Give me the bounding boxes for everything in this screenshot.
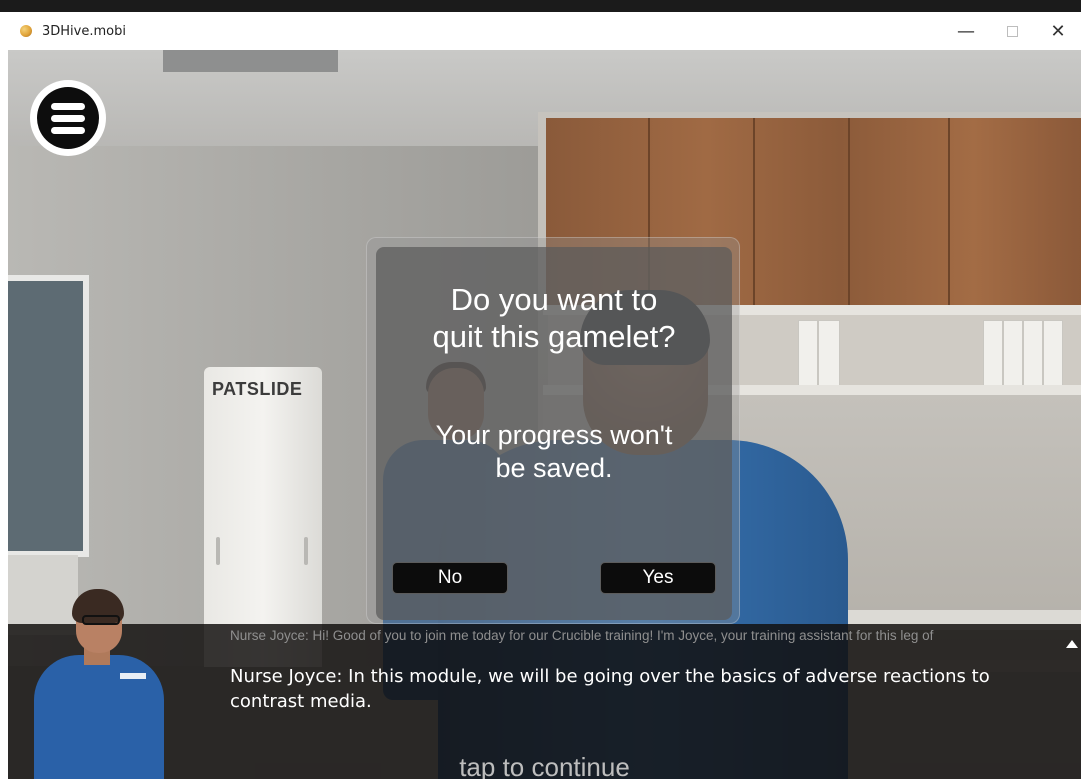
current-subtitle: Nurse Joyce: In this module, we will be … xyxy=(230,666,990,712)
game-viewport[interactable]: PATSLIDE Nurse Joyce: Hi! Good of you to… xyxy=(8,50,1081,779)
maximize-icon xyxy=(1006,25,1018,37)
no-button[interactable]: No xyxy=(392,562,508,594)
nurse-joyce-avatar xyxy=(26,585,176,779)
dialog-message-line1: Your progress won't xyxy=(435,420,673,450)
dialog-title-line1: Do you want to xyxy=(450,282,658,317)
wall-window xyxy=(8,275,89,557)
patslide-board: PATSLIDE xyxy=(204,367,322,667)
board-handle xyxy=(216,537,220,565)
quit-dialog: Do you want to quit this gamelet? Your p… xyxy=(376,247,732,620)
menu-button[interactable] xyxy=(30,80,106,156)
minimize-button[interactable]: — xyxy=(943,12,989,50)
dialog-message-line2: be saved. xyxy=(495,453,613,483)
app-logo-icon xyxy=(20,25,32,37)
app-window: 3DHive.mobi — ✕ PATSLIDE Nurse Joyce: Hi… xyxy=(8,12,1081,779)
title-bar: 3DHive.mobi — ✕ xyxy=(8,12,1081,50)
binder xyxy=(1003,320,1023,388)
avatar-glasses xyxy=(82,615,120,625)
ceiling-vent xyxy=(163,50,338,72)
hamburger-menu-icon xyxy=(37,87,99,149)
cabinet-seam xyxy=(753,118,755,313)
patslide-sign: PATSLIDE xyxy=(212,379,303,399)
board-handle xyxy=(304,537,308,565)
binder xyxy=(818,320,840,388)
scroll-up-icon[interactable] xyxy=(1066,640,1078,648)
dialog-message: Your progress won't be saved. xyxy=(376,419,732,485)
avatar-badge xyxy=(120,673,146,679)
maximize-button[interactable] xyxy=(989,12,1035,50)
binder xyxy=(798,320,818,388)
previous-subtitle: Nurse Joyce: Hi! Good of you to join me … xyxy=(230,628,934,643)
cabinet-seam xyxy=(848,118,850,313)
window-title: 3DHive.mobi xyxy=(42,23,126,39)
binder xyxy=(1023,320,1043,388)
binder xyxy=(983,320,1003,388)
binder xyxy=(1043,320,1063,388)
cabinet-seam xyxy=(948,118,950,313)
top-edge xyxy=(0,0,1081,12)
yes-button[interactable]: Yes xyxy=(600,562,716,594)
close-button[interactable]: ✕ xyxy=(1035,12,1081,50)
dialog-title: Do you want to quit this gamelet? xyxy=(376,281,732,355)
dialog-title-line2: quit this gamelet? xyxy=(432,319,676,354)
